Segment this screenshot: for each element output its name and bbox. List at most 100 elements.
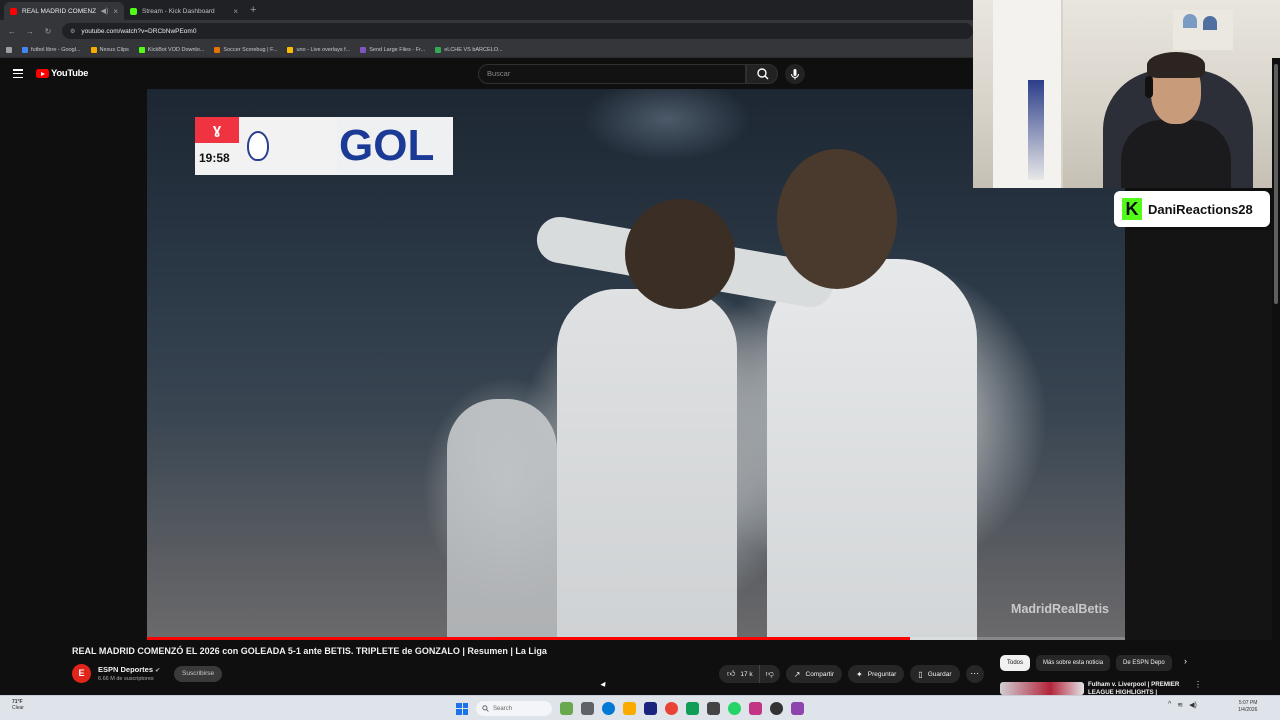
video-progress-bar[interactable] xyxy=(147,637,1125,640)
video-frame-detail xyxy=(625,199,735,309)
sidebar-placeholder xyxy=(1125,230,1272,640)
kick-channel-badge: K DaniReactions28 xyxy=(1114,191,1270,227)
obs-app-icon[interactable] xyxy=(770,702,783,715)
verified-icon: ✔ xyxy=(155,668,161,674)
taskbar-search[interactable]: Search xyxy=(476,701,552,716)
bookmark-item[interactable]: Send Large Files - Fr... xyxy=(360,46,425,53)
match-clock: 19:58 xyxy=(199,151,230,165)
sparkle-icon: ✦ xyxy=(856,669,863,679)
share-button[interactable]: ↗ Compartir xyxy=(785,665,843,683)
video-frame-detail xyxy=(447,399,557,640)
webcam-overlay xyxy=(973,0,1280,188)
bookmark-favicon-icon xyxy=(90,46,97,53)
webcam-detail xyxy=(1147,52,1205,78)
channel-avatar[interactable]: E xyxy=(72,664,91,683)
close-tab-icon[interactable]: × xyxy=(233,7,238,16)
bookmarks-bar: futbol libre - Googl... Nexus Clips Kick… xyxy=(0,42,973,58)
search-input[interactable]: Buscar xyxy=(478,64,746,84)
search-button[interactable] xyxy=(746,64,778,84)
chrome-app-icon[interactable] xyxy=(665,702,678,715)
mouse-cursor-icon xyxy=(600,681,608,689)
kebab-menu-icon[interactable]: ⋮ xyxy=(1194,680,1202,689)
back-icon[interactable]: ← xyxy=(8,27,16,36)
close-tab-icon[interactable]: × xyxy=(113,7,118,16)
thumbs-up-icon: 👍︎ xyxy=(727,669,736,678)
dislike-button[interactable]: 👎︎ xyxy=(758,665,780,683)
webcam-detail xyxy=(1203,16,1217,30)
capcut-app-icon[interactable] xyxy=(707,702,720,715)
new-tab-button[interactable]: + xyxy=(244,4,262,16)
reload-icon[interactable]: ↻ xyxy=(44,27,52,36)
video-frame-detail xyxy=(557,289,737,640)
webcam-detail xyxy=(1028,80,1044,180)
video-frame-detail xyxy=(777,149,897,289)
windows-start-icon[interactable] xyxy=(456,702,468,715)
related-title: Fulham v. Liverpool | PREMIER LEAGUE HIG… xyxy=(1088,681,1180,695)
scorebug: ɣ 19:58 GOL xyxy=(195,117,453,175)
file-explorer-app-icon[interactable] xyxy=(581,702,594,715)
system-tray: ^ ≋ ◀) xyxy=(1168,701,1197,709)
site-info-icon[interactable]: ⚙ xyxy=(70,28,75,35)
bookmark-icon: ▯ xyxy=(918,669,923,679)
taskbar-apps: Search xyxy=(456,699,804,718)
speaker-icon[interactable]: ◀) xyxy=(101,7,109,15)
whatsapp-app-icon[interactable] xyxy=(728,702,741,715)
url-field[interactable]: ⚙ youtube.com/watch?v=DRCbNwPEom0 xyxy=(62,23,973,39)
chip-all[interactable]: Todos xyxy=(1000,655,1031,671)
webcam-detail xyxy=(1183,14,1197,28)
forward-icon[interactable]: → xyxy=(26,27,34,36)
ask-button[interactable]: ✦ Preguntar xyxy=(848,665,905,683)
channel-name[interactable]: ESPN Deportes ✔ xyxy=(98,665,160,674)
menu-icon[interactable] xyxy=(13,69,23,78)
volume-icon[interactable]: ◀) xyxy=(1189,701,1197,709)
subscribe-button[interactable]: Suscribirse xyxy=(174,666,223,682)
kick-favicon-icon xyxy=(130,7,137,15)
voice-search-button[interactable] xyxy=(785,64,805,84)
youtube-play-icon xyxy=(36,69,49,78)
bookmark-favicon-icon xyxy=(287,46,294,53)
bookmark-item[interactable]: Soccer Scorebug | F... xyxy=(214,46,277,53)
scrollbar-thumb[interactable] xyxy=(1274,64,1278,304)
video-frame-detail xyxy=(767,259,977,640)
bookmark-item[interactable]: eLCHE VS bARCELO... xyxy=(435,46,503,53)
microphone-icon xyxy=(791,69,799,80)
search-icon xyxy=(757,68,769,80)
share-icon: ↗ xyxy=(793,669,801,679)
chevron-up-icon[interactable]: ^ xyxy=(1168,701,1171,709)
streaming-app-icon[interactable] xyxy=(791,702,804,715)
instagram-app-icon[interactable] xyxy=(749,702,762,715)
related-thumbnail[interactable] xyxy=(1000,682,1084,695)
kick-logo-icon: K xyxy=(1122,198,1142,220)
like-button[interactable]: 👍︎ 17 k xyxy=(719,665,759,683)
browser-tab-bar: REAL MADRID COMENZÓ ◀) × Stream - Kick D… xyxy=(0,0,973,20)
bookmark-favicon-icon xyxy=(138,46,145,53)
more-actions-button[interactable]: ⋯ xyxy=(965,665,984,683)
webcam-detail xyxy=(1121,120,1231,188)
save-button[interactable]: ▯ Guardar xyxy=(910,665,960,683)
folder-app-icon[interactable] xyxy=(623,702,636,715)
chip-more-news[interactable]: Más sobre esta noticia xyxy=(1036,655,1111,671)
chevron-right-icon[interactable]: › xyxy=(1184,656,1187,666)
wifi-icon[interactable]: ≋ xyxy=(1177,701,1183,709)
bookmark-item[interactable]: KickBot VOD Downlo... xyxy=(138,46,204,53)
after-effects-app-icon[interactable] xyxy=(644,702,657,715)
related-video-item[interactable]: Fulham v. Liverpool | PREMIER LEAGUE HIG… xyxy=(1000,680,1272,695)
real-madrid-crest-icon xyxy=(247,131,269,161)
widgets-app-icon[interactable] xyxy=(560,702,573,715)
apps-icon[interactable] xyxy=(6,46,12,53)
bookmark-item[interactable]: uno - Live overlays f... xyxy=(287,46,350,53)
chip-from-channel[interactable]: De ESPN Depo xyxy=(1116,655,1172,671)
weather-widget[interactable]: 71°F Clear xyxy=(12,699,24,711)
tab-youtube[interactable]: REAL MADRID COMENZÓ ◀) × xyxy=(4,2,124,20)
tab-title: REAL MADRID COMENZÓ xyxy=(22,7,96,15)
address-bar-row: ← → ↻ ⚙ youtube.com/watch?v=DRCbNwPEom0 xyxy=(0,20,973,42)
bookmark-item[interactable]: futbol libre - Googl... xyxy=(22,46,81,53)
tab-kick-dashboard[interactable]: Stream - Kick Dashboard × xyxy=(124,2,244,20)
webcam-detail xyxy=(1173,10,1233,50)
taskbar-clock[interactable]: 5:07 PM 1/4/2026 xyxy=(1238,700,1257,714)
bookmark-item[interactable]: Nexus Clips xyxy=(90,46,129,53)
youtube-logo[interactable]: YouTube xyxy=(36,68,88,79)
edge-app-icon[interactable] xyxy=(602,702,615,715)
nvidia-app-icon[interactable] xyxy=(686,702,699,715)
page-scrollbar[interactable] xyxy=(1272,58,1280,695)
